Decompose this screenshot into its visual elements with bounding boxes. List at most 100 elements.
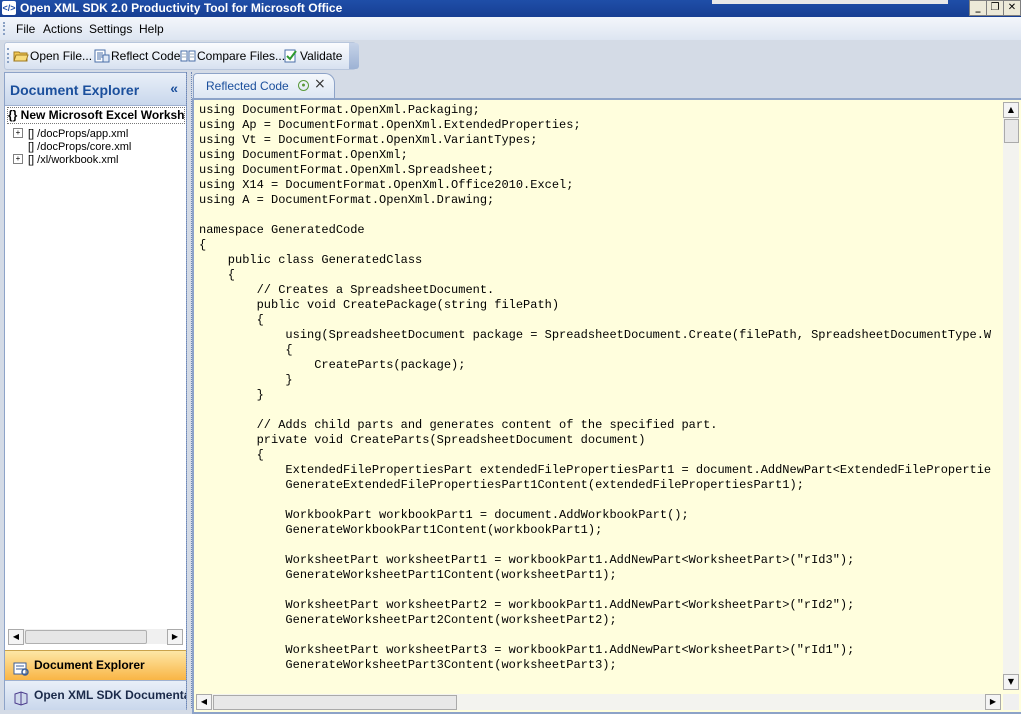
title-bar: </> Open XML SDK 2.0 Productivity Tool f… — [0, 0, 1021, 17]
pin-icon[interactable]: ● — [298, 80, 309, 91]
open-file-button[interactable]: Open File... — [13, 47, 92, 65]
code-line: public class GeneratedClass — [199, 253, 423, 267]
document-explorer-panel: Document Explorer « {} New Microsoft Exc… — [4, 72, 187, 710]
documentation-icon — [13, 688, 29, 706]
explorer-horizontal-scrollbar[interactable]: ◀ ▶ — [8, 629, 183, 645]
code-text[interactable]: using DocumentFormat.OpenXml.Packaging; u… — [199, 103, 991, 688]
code-editor[interactable]: using DocumentFormat.OpenXml.Packaging; u… — [192, 98, 1021, 714]
code-line: GenerateWorksheetPart1Content(worksheetP… — [199, 568, 617, 582]
scroll-thumb[interactable] — [1004, 119, 1019, 143]
code-line: GenerateExtendedFilePropertiesPart1Conte… — [199, 478, 804, 492]
code-line: } — [199, 388, 264, 402]
document-tabs: Reflected Code ● × — [192, 72, 1021, 98]
code-line: CreateParts(package); — [199, 358, 466, 372]
code-line: GenerateWorksheetPart2Content(worksheetP… — [199, 613, 617, 627]
tree-item-label: [] /xl/workbook.xml — [28, 154, 119, 166]
nav-sdk-documentation-label: Open XML SDK Documentati — [34, 688, 186, 702]
scroll-right-icon[interactable]: ▶ — [167, 629, 183, 645]
explorer-header: Document Explorer « — [5, 73, 186, 106]
code-line: using DocumentFormat.OpenXml; — [199, 148, 408, 162]
nav-document-explorer[interactable]: Document Explorer — [5, 650, 186, 680]
collapse-panel-icon[interactable]: « — [170, 80, 178, 96]
scroll-down-icon[interactable]: ▼ — [1003, 674, 1019, 690]
code-line: // Adds child parts and generates conten… — [199, 418, 718, 432]
code-line: public void CreatePackage(string filePat… — [199, 298, 560, 312]
code-line: WorksheetPart worksheetPart3 = workbookP… — [199, 643, 855, 657]
code-line: using Vt = DocumentFormat.OpenXml.Varian… — [199, 133, 538, 147]
code-line: GenerateWorkbookPart1Content(workbookPar… — [199, 523, 603, 537]
code-line: } — [199, 373, 293, 387]
tree-item-workbook-xml[interactable]: + [] /xl/workbook.xml — [13, 154, 118, 167]
reflect-code-label: Reflect Code — [111, 49, 181, 63]
scroll-thumb[interactable] — [25, 630, 147, 644]
explorer-title: Document Explorer — [10, 82, 140, 98]
expand-icon[interactable]: + — [13, 128, 23, 139]
tab-label: Reflected Code — [206, 79, 289, 93]
toolbar-grip[interactable] — [7, 48, 9, 63]
code-line: private void CreateParts(SpreadsheetDocu… — [199, 433, 646, 447]
compare-files-button[interactable]: Compare Files... — [180, 47, 285, 65]
editor-horizontal-scrollbar[interactable]: ◀ ▶ — [196, 694, 1001, 710]
code-line: using(SpreadsheetDocument package = Spre… — [199, 328, 991, 342]
menu-help[interactable]: Help — [139, 22, 164, 36]
open-file-label: Open File... — [30, 49, 93, 63]
compare-files-icon — [180, 49, 196, 63]
code-line: GenerateWorksheetPart3Content(worksheetP… — [199, 658, 617, 672]
menu-file[interactable]: File — [16, 22, 35, 36]
menu-grip[interactable] — [3, 22, 7, 35]
code-line: { — [199, 448, 264, 462]
editor-vertical-scrollbar[interactable]: ▲ ▼ — [1003, 102, 1019, 690]
code-line: ExtendedFilePropertiesPart extendedFileP… — [285, 463, 991, 477]
menu-bar: File Actions Settings Help — [0, 17, 1021, 40]
minimize-button[interactable]: _ — [969, 0, 987, 16]
code-line: WorksheetPart worksheetPart1 = workbookP… — [199, 553, 855, 567]
tree-item-core-xml[interactable]: [] /docProps/core.xml — [13, 141, 131, 154]
scroll-left-icon[interactable]: ◀ — [8, 629, 24, 645]
scroll-up-icon[interactable]: ▲ — [1003, 102, 1019, 118]
close-button[interactable]: ✕ — [1003, 0, 1021, 16]
code-line: using X14 = DocumentFormat.OpenXml.Offic… — [199, 178, 574, 192]
nav-sdk-documentation[interactable]: Open XML SDK Documentati — [5, 680, 186, 710]
scroll-left-icon[interactable]: ◀ — [196, 694, 212, 710]
tree-item-label: [] /docProps/core.xml — [28, 141, 132, 153]
code-line: using DocumentFormat.OpenXml.Packaging; — [199, 103, 480, 117]
document-tree: {} New Microsoft Excel Worksh + [] /docPr… — [5, 106, 186, 626]
app-icon[interactable]: </> — [2, 1, 16, 15]
tree-item-app-xml[interactable]: + [] /docProps/app.xml — [13, 128, 128, 141]
reflect-code-icon — [94, 49, 110, 63]
code-line: { — [199, 313, 264, 327]
scroll-thumb[interactable] — [213, 695, 457, 710]
toolbar-overflow-button[interactable] — [349, 43, 359, 69]
folder-open-icon — [13, 49, 29, 63]
code-line: { — [199, 268, 236, 282]
menu-actions[interactable]: Actions — [43, 22, 82, 36]
code-line: // Creates a SpreadsheetDocument. — [199, 283, 495, 297]
expand-icon[interactable]: + — [13, 154, 23, 165]
title-bar-gap — [712, 0, 948, 4]
toolbar: Open File... Reflect Code Compare Files.… — [0, 40, 1021, 70]
tree-root-node[interactable]: {} New Microsoft Excel Worksh — [7, 107, 185, 124]
scrollbar-corner — [1003, 694, 1019, 710]
tab-reflected-code[interactable]: Reflected Code ● × — [193, 73, 335, 98]
menu-settings[interactable]: Settings — [89, 22, 132, 36]
validate-label: Validate — [300, 49, 343, 63]
toolstrip: Open File... Reflect Code Compare Files.… — [4, 42, 359, 70]
reflect-code-button[interactable]: Reflect Code — [94, 47, 180, 65]
close-tab-icon[interactable]: × — [314, 76, 326, 92]
restore-button[interactable]: ❐ — [986, 0, 1004, 16]
nav-document-explorer-label: Document Explorer — [34, 658, 145, 672]
code-line: WorkbookPart workbookPart1 = document.Ad… — [199, 508, 689, 522]
scroll-right-icon[interactable]: ▶ — [985, 694, 1001, 710]
validate-button[interactable]: Validate — [283, 47, 342, 65]
code-line: { — [199, 343, 293, 357]
compare-files-label: Compare Files... — [197, 49, 286, 63]
window-title: Open XML SDK 2.0 Productivity Tool for M… — [20, 1, 343, 15]
tree-item-label: [] /docProps/app.xml — [28, 128, 129, 140]
code-line: { — [199, 238, 207, 252]
